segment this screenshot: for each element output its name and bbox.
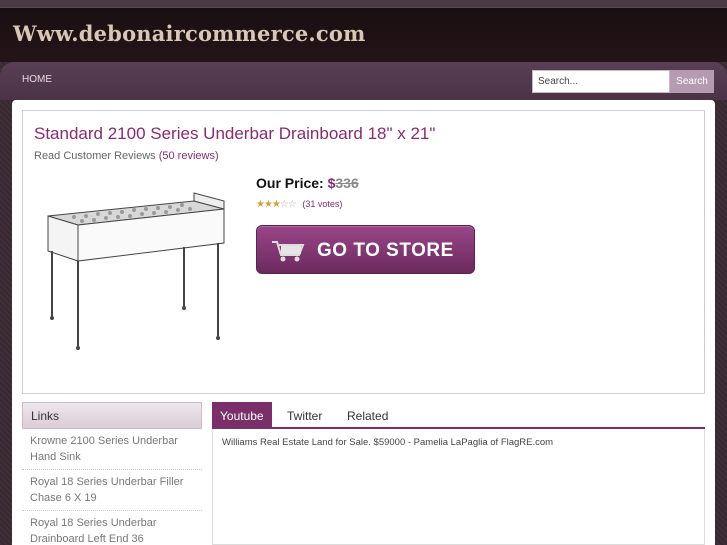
site-title[interactable]: Www.debonaircommerce.com — [13, 21, 366, 46]
reviews-prefix: Read Customer Reviews — [34, 150, 156, 162]
sidebar-link[interactable]: Royal 18 Series Underbar Filler Chase 6 … — [22, 470, 202, 511]
votes-count: (31 votes) — [302, 199, 343, 209]
main-content: Standard 2100 Series Underbar Drainboard… — [12, 100, 715, 545]
nav-bar: HOME Search — [0, 62, 727, 100]
go-to-store-button[interactable]: GO TO STORE — [256, 225, 475, 274]
top-strip — [0, 0, 727, 8]
sidebar-link[interactable]: Krowne 2100 Series Underbar Hand Sink — [22, 429, 202, 470]
search-button[interactable]: Search — [670, 70, 714, 93]
tabs-widget: Youtube Twitter Related Williams Real Es… — [212, 402, 705, 545]
links-sidebar: Links Krowne 2100 Series Underbar Hand S… — [22, 402, 202, 545]
nav-home-link[interactable]: HOME — [22, 74, 52, 85]
store-button-label: GO TO STORE — [317, 240, 454, 261]
product-image — [47, 192, 225, 350]
product-title: Standard 2100 Series Underbar Drainboard… — [34, 124, 436, 143]
tab-panel: Williams Real Estate Land for Sale. $590… — [212, 429, 705, 545]
star-rating-icon: ★★★☆☆ — [256, 199, 297, 210]
sidebar-link[interactable]: Royal 18 Series Underbar Drainboard Left… — [22, 511, 202, 545]
shopping-cart-icon — [272, 241, 305, 262]
reviews-link[interactable]: (50 reviews) — [159, 150, 219, 162]
tab-related[interactable]: Related — [339, 402, 396, 429]
reviews-line: Read Customer Reviews (50 reviews) — [34, 150, 219, 162]
tab-youtube[interactable]: Youtube — [212, 402, 272, 429]
tab-twitter[interactable]: Twitter — [279, 402, 330, 429]
price-line: Our Price: $336 — [256, 175, 359, 191]
rating-line: ★★★☆☆ (31 votes) — [256, 199, 342, 210]
search-input[interactable] — [532, 70, 670, 93]
product-box: Standard 2100 Series Underbar Drainboard… — [22, 110, 705, 394]
price-label: Our Price: — [256, 175, 324, 191]
tab-bar: Youtube Twitter Related — [212, 402, 705, 429]
links-header: Links — [22, 402, 202, 429]
site-header: Www.debonaircommerce.com — [0, 8, 727, 62]
tab-panel-text[interactable]: Williams Real Estate Land for Sale. $590… — [222, 437, 553, 448]
price-value: 336 — [335, 175, 359, 191]
